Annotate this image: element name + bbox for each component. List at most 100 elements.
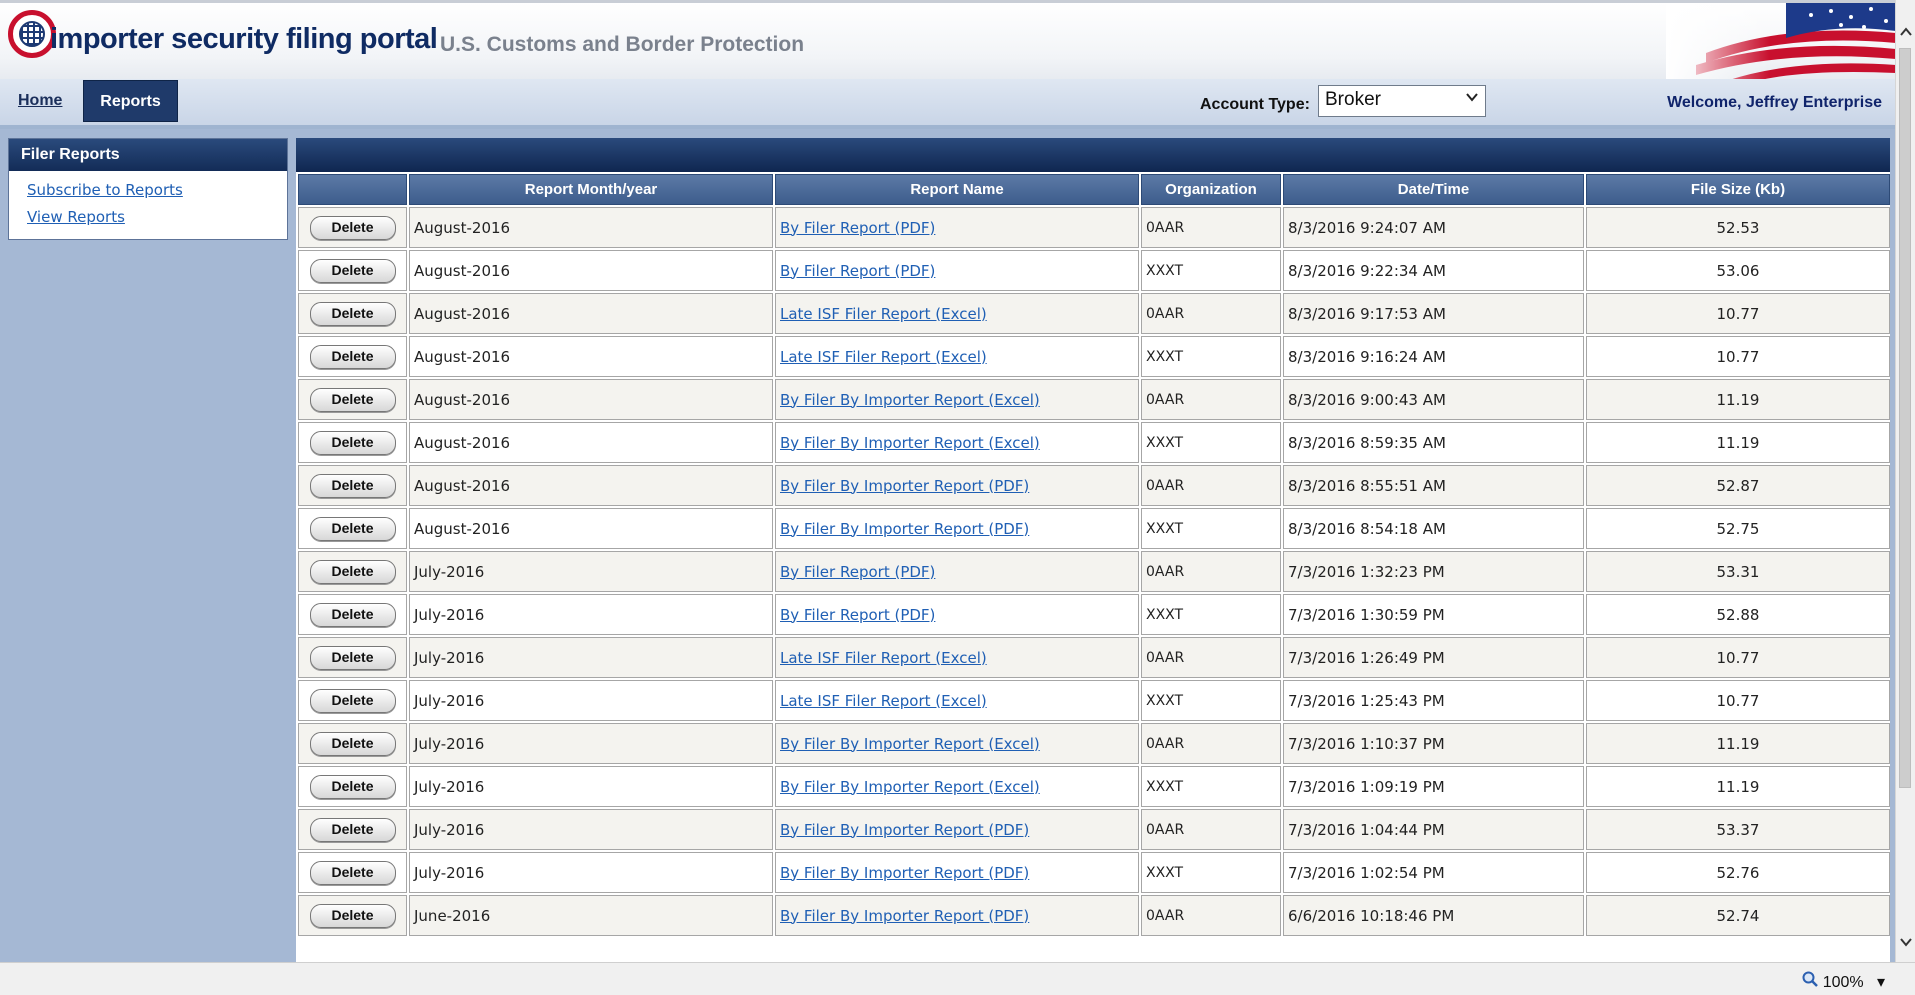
file-size-cell: 52.75 <box>1586 508 1890 549</box>
report-name-link[interactable]: Late ISF Filer Report (Excel) <box>780 692 987 710</box>
column-header-month[interactable]: Report Month/year <box>409 174 773 205</box>
scroll-up-icon[interactable] <box>1896 24 1915 46</box>
column-header-organization[interactable]: Organization <box>1141 174 1281 205</box>
account-type-select[interactable]: Broker <box>1318 85 1486 117</box>
report-name-link[interactable]: By Filer By Importer Report (Excel) <box>780 434 1040 452</box>
scroll-down-icon[interactable] <box>1896 934 1915 956</box>
report-name-link[interactable]: By Filer By Importer Report (PDF) <box>780 477 1029 495</box>
sidebar-link-subscribe[interactable]: Subscribe to Reports <box>27 181 287 199</box>
delete-button[interactable]: Delete <box>309 731 396 756</box>
delete-button[interactable]: Delete <box>309 903 396 928</box>
report-name-link-cell: By Filer By Importer Report (Excel) <box>775 723 1139 764</box>
report-name-link[interactable]: By Filer Report (PDF) <box>780 563 935 581</box>
report-month: August-2016 <box>414 347 511 366</box>
report-month-cell: August-2016 <box>409 422 773 463</box>
table-row: Delete August-2016 Late ISF Filer Report (… <box>298 336 1890 377</box>
report-month: July-2016 <box>414 605 485 624</box>
report-month: July-2016 <box>414 734 485 753</box>
scrollbar-thumb[interactable] <box>1899 48 1911 788</box>
report-month-cell: August-2016 <box>409 508 773 549</box>
file-size: 11.19 <box>1716 777 1760 796</box>
column-header-datetime[interactable]: Date/Time <box>1283 174 1584 205</box>
report-month-cell: July-2016 <box>409 852 773 893</box>
file-size: 10.77 <box>1716 304 1760 323</box>
report-name-link[interactable]: Late ISF Filer Report (Excel) <box>780 305 987 323</box>
chevron-down-icon: ▾ <box>1868 974 1885 991</box>
delete-button[interactable]: Delete <box>309 817 396 842</box>
column-header-actions <box>298 174 407 205</box>
sidebar-link-view-reports[interactable]: View Reports <box>27 208 287 226</box>
delete-button-cell: Delete <box>298 852 407 893</box>
organization: XXXT <box>1146 864 1184 881</box>
organization-cell: 0AAR <box>1141 895 1281 936</box>
report-name-link[interactable]: By Filer By Importer Report (Excel) <box>780 735 1040 753</box>
organization: 0AAR <box>1146 305 1185 322</box>
delete-button[interactable]: Delete <box>309 602 396 627</box>
report-name-link[interactable]: Late ISF Filer Report (Excel) <box>780 348 987 366</box>
report-name-link[interactable]: Late ISF Filer Report (Excel) <box>780 649 987 667</box>
tab-home[interactable]: Home <box>2 80 80 122</box>
column-header-file-size[interactable]: File Size (Kb) <box>1586 174 1890 205</box>
report-datetime: 7/3/2016 1:30:59 PM <box>1288 605 1445 624</box>
file-size-cell: 53.37 <box>1586 809 1890 850</box>
delete-button[interactable]: Delete <box>309 473 396 498</box>
report-month-cell: July-2016 <box>409 637 773 678</box>
report-month: August-2016 <box>414 519 511 538</box>
delete-button[interactable]: Delete <box>309 516 396 541</box>
report-datetime-cell: 8/3/2016 9:24:07 AM <box>1283 207 1584 248</box>
report-name-link[interactable]: By Filer By Importer Report (PDF) <box>780 821 1029 839</box>
report-name-link[interactable]: By Filer By Importer Report (Excel) <box>780 391 1040 409</box>
delete-button[interactable]: Delete <box>309 301 396 326</box>
report-datetime: 8/3/2016 9:16:24 AM <box>1288 347 1446 366</box>
delete-button[interactable]: Delete <box>309 344 396 369</box>
file-size: 53.37 <box>1716 820 1760 839</box>
organization-cell: XXXT <box>1141 250 1281 291</box>
report-name-link-cell: By Filer By Importer Report (PDF) <box>775 895 1139 936</box>
report-name-link[interactable]: By Filer Report (PDF) <box>780 219 935 237</box>
delete-button[interactable]: Delete <box>309 387 396 412</box>
app-title: importer security filing portal <box>50 23 438 55</box>
report-month: August-2016 <box>414 218 511 237</box>
organization-cell: 0AAR <box>1141 637 1281 678</box>
report-month-cell: August-2016 <box>409 207 773 248</box>
report-month-cell: July-2016 <box>409 594 773 635</box>
table-row: Delete July-2016 By Filer By Importer Repo… <box>298 766 1890 807</box>
report-name-link[interactable]: By Filer By Importer Report (Excel) <box>780 778 1040 796</box>
report-month: July-2016 <box>414 863 485 882</box>
report-name-link-cell: Late ISF Filer Report (Excel) <box>775 293 1139 334</box>
delete-button[interactable]: Delete <box>309 860 396 885</box>
report-name-link[interactable]: By Filer Report (PDF) <box>780 262 935 280</box>
organization: XXXT <box>1146 692 1184 709</box>
file-size: 52.74 <box>1716 906 1760 925</box>
report-datetime: 7/3/2016 1:32:23 PM <box>1288 562 1445 581</box>
delete-button-cell: Delete <box>298 680 407 721</box>
delete-button-cell: Delete <box>298 508 407 549</box>
report-datetime: 7/3/2016 1:10:37 PM <box>1288 734 1445 753</box>
report-name-link[interactable]: By Filer Report (PDF) <box>780 606 935 624</box>
vertical-scrollbar[interactable] <box>1895 0 1915 962</box>
organization: 0AAR <box>1146 907 1185 924</box>
delete-button[interactable]: Delete <box>309 258 396 283</box>
report-month: August-2016 <box>414 261 511 280</box>
report-name-link[interactable]: By Filer By Importer Report (PDF) <box>780 907 1029 925</box>
column-header-report-name[interactable]: Report Name <box>775 174 1139 205</box>
tab-reports[interactable]: Reports <box>83 80 178 122</box>
delete-button-cell: Delete <box>298 551 407 592</box>
delete-button[interactable]: Delete <box>309 430 396 455</box>
report-month-cell: August-2016 <box>409 379 773 420</box>
delete-button[interactable]: Delete <box>309 774 396 799</box>
delete-button-cell: Delete <box>298 250 407 291</box>
report-month: July-2016 <box>414 648 485 667</box>
file-size: 53.06 <box>1716 261 1760 280</box>
sidebar-background <box>0 129 292 962</box>
delete-button[interactable]: Delete <box>309 688 396 713</box>
delete-button[interactable]: Delete <box>309 559 396 584</box>
zoom-control[interactable]: 100% ▾ <box>1802 971 1885 992</box>
delete-button[interactable]: Delete <box>309 215 396 240</box>
report-datetime: 7/3/2016 1:25:43 PM <box>1288 691 1445 710</box>
report-name-link[interactable]: By Filer By Importer Report (PDF) <box>780 520 1029 538</box>
report-name-link[interactable]: By Filer By Importer Report (PDF) <box>780 864 1029 882</box>
delete-button[interactable]: Delete <box>309 645 396 670</box>
report-datetime: 8/3/2016 8:54:18 AM <box>1288 519 1446 538</box>
report-month: August-2016 <box>414 390 511 409</box>
